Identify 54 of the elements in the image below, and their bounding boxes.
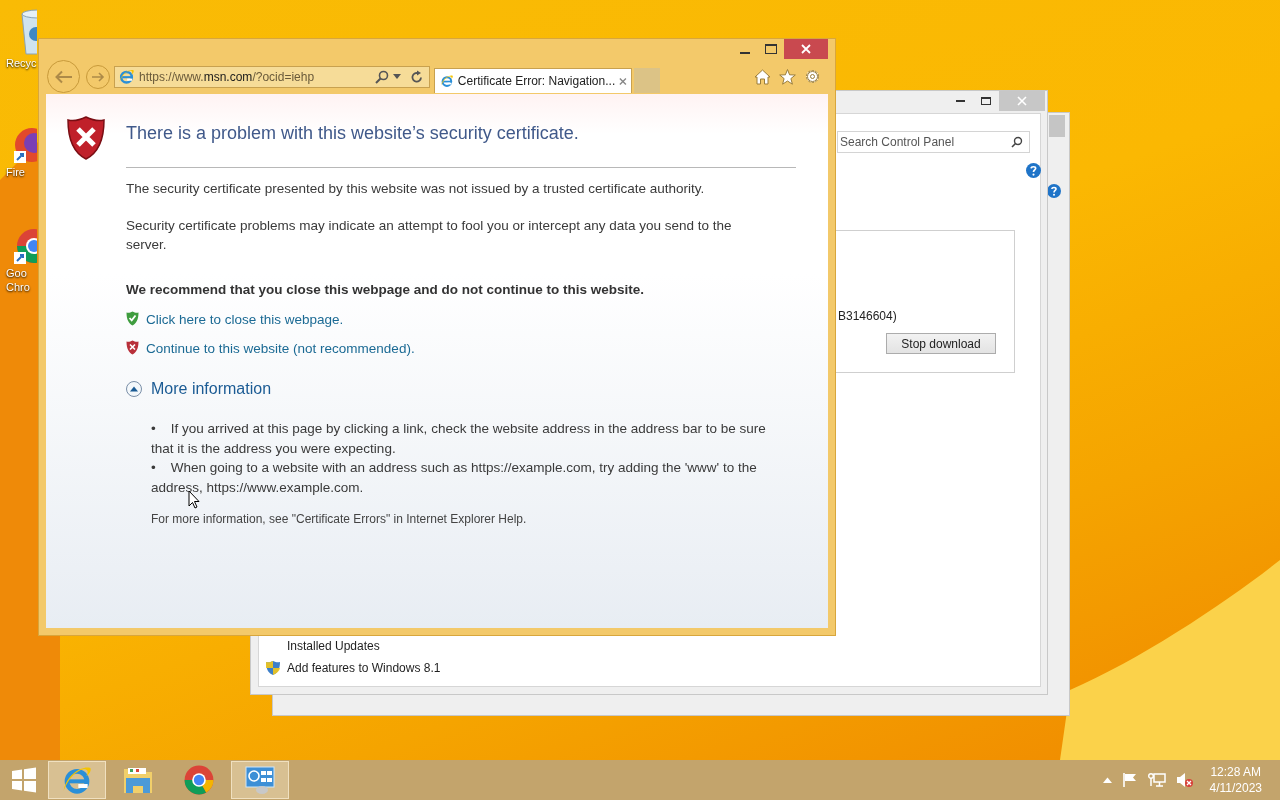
control-panel-icon[interactable] — [244, 765, 276, 795]
close-button[interactable] — [784, 39, 828, 59]
muted-speaker-icon[interactable] — [1175, 772, 1194, 788]
action-link[interactable]: Continue to this website (not recommended). — [146, 340, 415, 357]
show-hidden-icons-icon[interactable] — [1102, 777, 1112, 783]
error-paragraph: The security certificate presented by this website was not issued by a trusted certificate authority. — [126, 180, 706, 198]
task-link[interactable]: Add features to Windows 8.1 — [287, 659, 441, 677]
help-icon[interactable] — [1047, 184, 1061, 198]
info-bullet: • When going to a website with an address such as https://example.com, try adding the 'www' to the address, https://www.example.com. — [151, 459, 758, 497]
task-link[interactable]: Installed Updates — [287, 637, 380, 655]
desktop-icon-label: Fire — [6, 165, 25, 179]
search-icon[interactable] — [375, 69, 389, 84]
info-bullet: • If you arrived at this page by clicking a link, check the website address in the address bar to be sure that it is the address you were expecting. — [151, 420, 767, 458]
settings-icon[interactable] — [804, 68, 821, 85]
chrome-icon[interactable] — [183, 764, 215, 796]
error-shield-icon — [66, 115, 106, 161]
recycle-bin-icon[interactable] — [18, 8, 37, 56]
forward-arrow-icon[interactable] — [91, 71, 105, 82]
address-bar[interactable]: https://www.msn.com/?ocid=iehp — [114, 65, 430, 88]
help-note: For more information, see "Certificate Errors" in Internet Explorer Help. — [151, 511, 528, 527]
stop-download-button[interactable]: Stop download — [886, 333, 996, 354]
collapse-icon[interactable] — [126, 381, 142, 397]
site-icon — [118, 68, 135, 85]
help-icon[interactable] — [1026, 163, 1041, 178]
start-icon[interactable] — [11, 767, 37, 793]
home-icon[interactable] — [754, 68, 771, 85]
update-name: B3146604) — [838, 308, 897, 325]
check-shield-icon — [126, 311, 139, 326]
action-link[interactable]: Click here to close this webpage. — [146, 311, 344, 328]
flag-icon[interactable] — [1121, 772, 1138, 788]
error-paragraph: Security certificate problems may indicate an attempt to fool you or intercept any data you send to the server. — [126, 217, 733, 254]
search-field[interactable]: Search Control Panel — [837, 131, 1030, 153]
close-tab-icon[interactable] — [619, 76, 627, 86]
refresh-icon[interactable] — [411, 70, 423, 83]
search-icon[interactable] — [1011, 136, 1023, 148]
recommendation-text: We recommend that you close this webpage and do not continue to this website. — [126, 281, 646, 299]
dropdown-icon[interactable] — [393, 73, 401, 80]
taskbar-button[interactable] — [48, 761, 106, 799]
desktop-icon-label: Chro — [6, 280, 30, 294]
error-heading: There is a problem with this website’s security certificate. — [126, 122, 580, 145]
taskbar-button[interactable] — [231, 761, 289, 799]
star-icon[interactable] — [779, 68, 796, 85]
tab-icon — [440, 73, 454, 89]
back-arrow-icon[interactable] — [53, 69, 74, 84]
shield-icon — [265, 660, 281, 676]
more-information-toggle[interactable]: More information — [151, 377, 272, 401]
warning-shield-icon — [126, 340, 139, 355]
desktop-icon-label: Recyc — [6, 56, 37, 70]
desktop-icon-label: Goo — [6, 266, 27, 280]
close-icon[interactable] — [801, 44, 811, 54]
network-icon[interactable] — [1147, 772, 1166, 788]
scrollbar-thumb[interactable] — [1049, 115, 1065, 137]
folder-icon[interactable] — [122, 765, 154, 795]
browser-tab[interactable]: Certificate Error: Navigation... — [434, 68, 632, 93]
